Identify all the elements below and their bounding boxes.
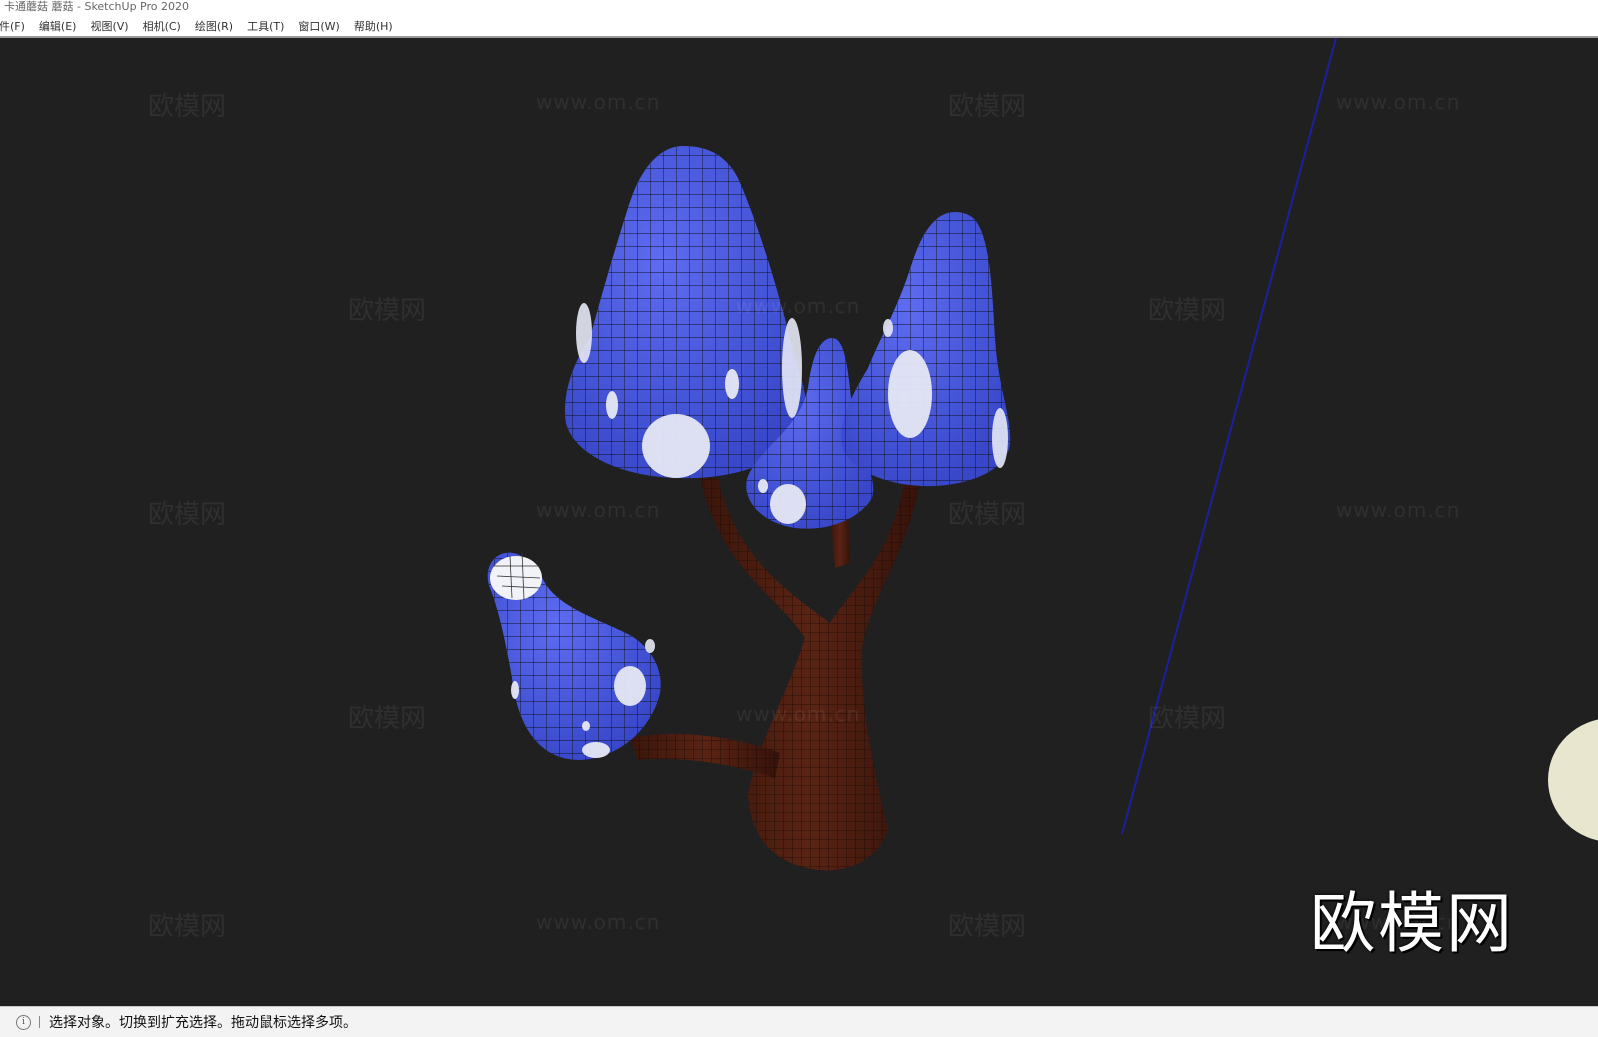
info-icon[interactable]: i — [16, 1014, 31, 1030]
axis-line — [1121, 38, 1337, 835]
model-viewport[interactable]: 欧模网 www.om.cn 欧模网 www.om.cn 欧模网 www.om.c… — [0, 38, 1598, 1006]
menu-edit[interactable]: 编辑(E) — [32, 18, 84, 34]
menu-camera[interactable]: 相机(C) — [136, 18, 188, 34]
mushroom-model — [487, 38, 1598, 871]
cap-lower-left — [487, 551, 661, 760]
brand-watermark: 欧模网 — [1310, 885, 1514, 962]
menu-help[interactable]: 帮助(H) — [347, 18, 400, 34]
cap-right — [841, 212, 1011, 487]
status-message: 选择对象。切换到扩充选择。拖动鼠标选择多项。 — [49, 1015, 357, 1031]
menu-file[interactable]: 件(F) — [0, 18, 32, 34]
cap-large — [565, 146, 808, 479]
sky-blob — [1548, 719, 1598, 841]
status-separator — [39, 1016, 40, 1028]
menu-bar: 件(F) 编辑(E) 视图(V) 相机(C) 绘图(R) 工具(T) 窗口(W)… — [0, 16, 1598, 38]
menu-tools[interactable]: 工具(T) — [240, 18, 291, 34]
menu-window[interactable]: 窗口(W) — [291, 18, 346, 34]
menu-draw[interactable]: 绘图(R) — [188, 18, 240, 34]
menu-view[interactable]: 视图(V) — [83, 18, 135, 34]
window-title: 卡通蘑菇 蘑菇 - SketchUp Pro 2020 — [0, 0, 1598, 16]
mushroom-stems — [630, 478, 920, 871]
status-bar: i 选择对象。切换到扩充选择。拖动鼠标选择多项。 — [0, 1006, 1598, 1037]
